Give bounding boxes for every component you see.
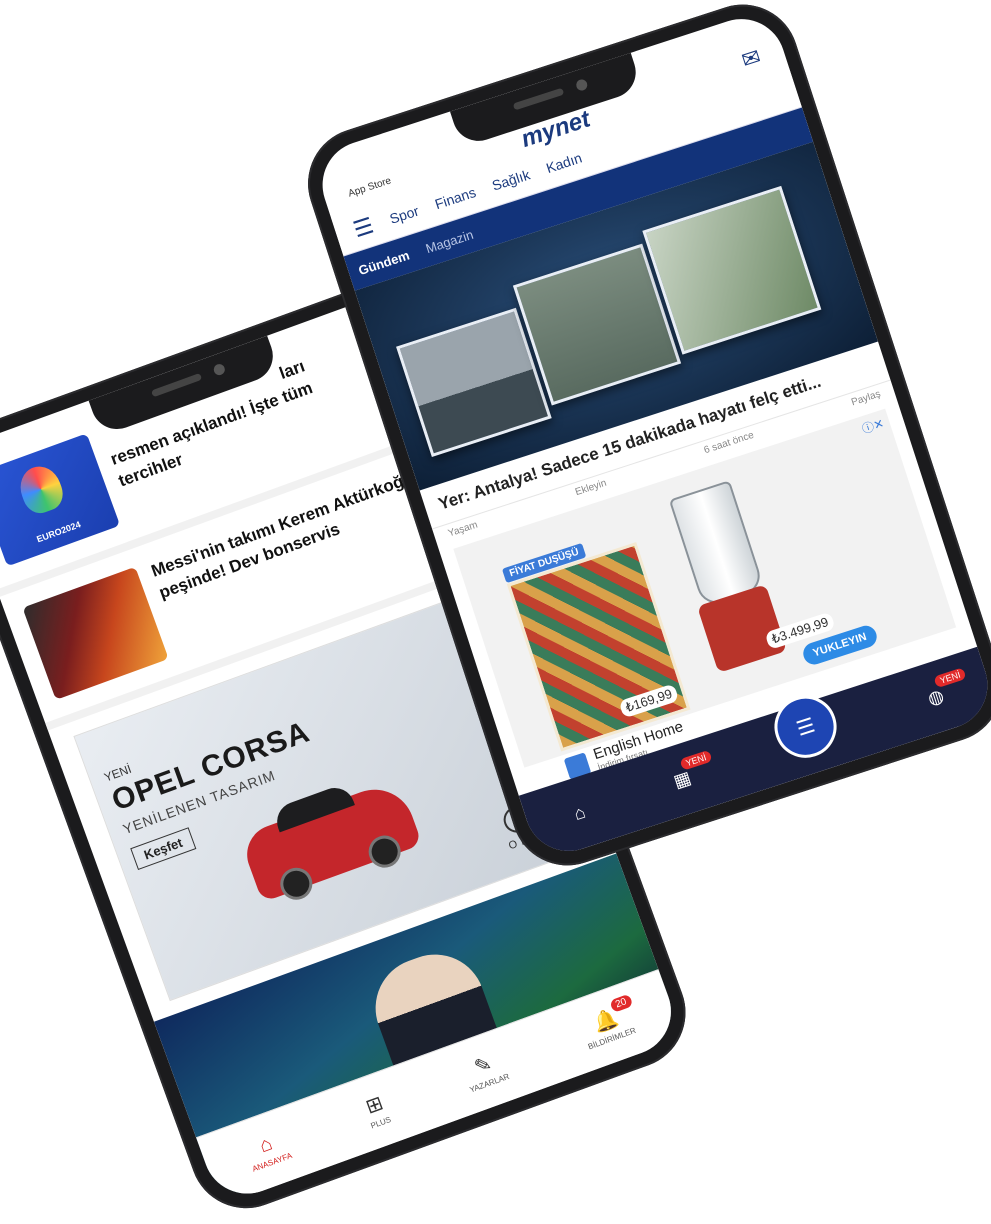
camera bbox=[212, 362, 227, 377]
car-image bbox=[238, 778, 423, 905]
tab-label: YAZARLAR bbox=[468, 1071, 511, 1095]
speaker bbox=[150, 372, 203, 398]
news-list-button[interactable]: ☰ bbox=[766, 687, 845, 766]
ad-cta-button[interactable]: Keşfet bbox=[130, 827, 197, 871]
reading-list-button[interactable]: Ekleyin bbox=[574, 478, 608, 498]
tab-plus[interactable]: ⊞ PLUS bbox=[361, 1092, 392, 1130]
tab-notifications[interactable]: 🔔 20 BİLDİRİMLER bbox=[578, 993, 637, 1051]
nav-item-saglik[interactable]: Sağlık bbox=[490, 166, 532, 193]
trophy-icon bbox=[14, 460, 68, 518]
soccer-thumbnail bbox=[22, 566, 169, 700]
thumb-label: EURO2024 bbox=[35, 519, 82, 545]
nav-item-kadin[interactable]: Kadın bbox=[544, 150, 584, 177]
globe-icon[interactable]: ◍ YENİ bbox=[925, 666, 967, 710]
notification-badge: 20 bbox=[608, 993, 634, 1013]
wheel bbox=[364, 831, 406, 873]
tab-label: ANASAYFA bbox=[250, 1150, 294, 1174]
tab-gundem[interactable]: Gündem bbox=[356, 247, 411, 278]
mail-icon[interactable]: ✉ bbox=[738, 44, 764, 74]
euro-thumbnail: EURO2024 bbox=[0, 433, 121, 567]
plus-icon: ⊞ bbox=[362, 1091, 386, 1119]
category-label: Yaşam bbox=[446, 519, 480, 540]
hamburger-menu-icon[interactable]: ☰ bbox=[350, 212, 377, 243]
tab-writers[interactable]: ✎ YAZARLAR bbox=[460, 1049, 510, 1094]
nav-item-finans[interactable]: Finans bbox=[433, 184, 478, 212]
wheel bbox=[275, 863, 317, 905]
nav-item-spor[interactable]: Spor bbox=[388, 203, 421, 227]
grid-icon[interactable]: ▦ YENİ bbox=[671, 749, 713, 792]
tab-home[interactable]: ⌂ ANASAYFA bbox=[243, 1128, 293, 1173]
home-icon[interactable]: ⌂ bbox=[571, 801, 588, 824]
writers-icon: ✎ bbox=[471, 1052, 495, 1079]
new-badge: YENİ bbox=[679, 749, 713, 771]
ad-controls[interactable]: ⓘ✕ bbox=[860, 414, 886, 437]
tab-magazin[interactable]: Magazin bbox=[424, 226, 475, 255]
list-icon: ☰ bbox=[793, 713, 818, 741]
share-button[interactable]: Paylaş bbox=[850, 389, 882, 409]
camera bbox=[574, 78, 589, 92]
home-icon: ⌂ bbox=[256, 1132, 276, 1157]
speaker bbox=[512, 87, 565, 111]
new-badge: YENİ bbox=[933, 666, 967, 688]
status-app-store[interactable]: App Store bbox=[347, 175, 393, 199]
